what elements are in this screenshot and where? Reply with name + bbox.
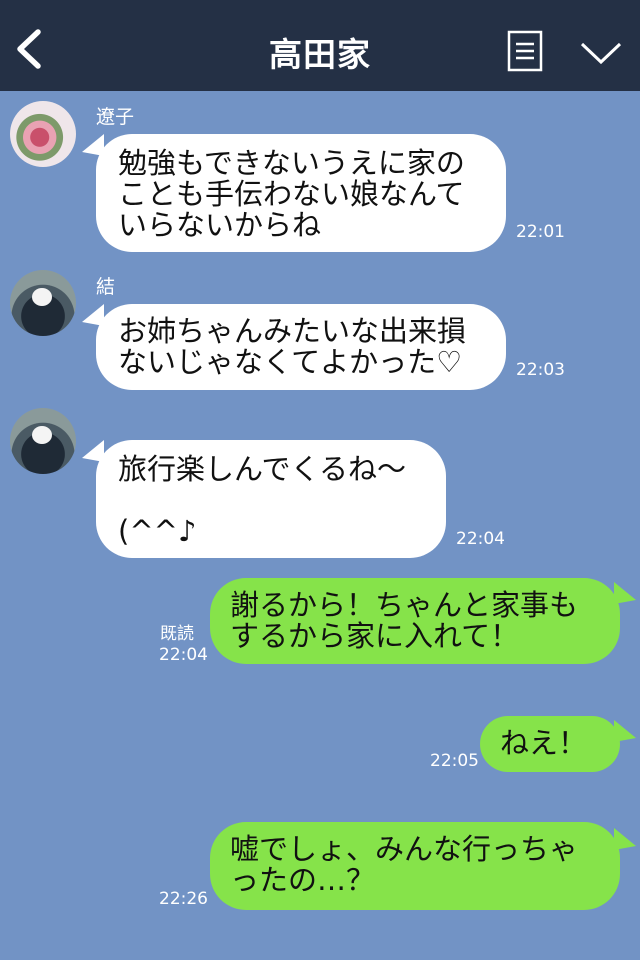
- message-time: 22:05: [430, 751, 479, 771]
- message-bubble[interactable]: お姉ちゃんみたいな出来損 ないじゃなくてよかった♡: [96, 304, 506, 390]
- avatar-yui[interactable]: [10, 270, 76, 336]
- face-sticker: [32, 288, 52, 306]
- message-bubble[interactable]: 勉強もできないうえに家の ことも手伝わない娘なんて いらないからね: [96, 134, 506, 252]
- bubble-tail: [614, 582, 636, 604]
- message-bubble[interactable]: 謝るから！ちゃんと家事も するから家に入れて！: [210, 578, 620, 664]
- sender-name: 遼子: [96, 106, 135, 128]
- message-time: 22:04: [159, 645, 208, 665]
- chat-header: 高田家: [0, 0, 640, 91]
- message-text: お姉ちゃんみたいな出来損 ないじゃなくてよかった♡: [118, 314, 467, 379]
- read-receipt: 既読: [160, 624, 194, 644]
- notes-button[interactable]: [507, 30, 543, 72]
- message-text: ねえ！: [500, 726, 588, 760]
- bubble-tail: [614, 828, 636, 850]
- message-text: 謝るから！ちゃんと家事も するから家に入れて！: [230, 588, 579, 653]
- avatar-yui[interactable]: [10, 408, 76, 474]
- message-text: 嘘でしょ、みんな行っちゃ ったの…？: [230, 832, 579, 897]
- message-time: 22:26: [159, 889, 208, 909]
- bubble-tail: [614, 720, 636, 742]
- face-sticker: [32, 426, 52, 444]
- message-bubble[interactable]: ねえ！: [480, 716, 620, 772]
- sender-name: 結: [96, 276, 116, 298]
- message-time: 22:04: [456, 529, 505, 549]
- message-time: 22:03: [516, 360, 565, 380]
- message-bubble[interactable]: 旅行楽しんでくるね〜 (^^♪: [96, 440, 446, 558]
- notes-icon: [507, 30, 543, 72]
- chat-title: 高田家: [269, 35, 371, 74]
- chevron-down-icon: [580, 42, 622, 65]
- message-time: 22:01: [516, 222, 565, 242]
- menu-dropdown-button[interactable]: [578, 38, 624, 68]
- avatar-ryoko[interactable]: [10, 101, 76, 167]
- message-bubble[interactable]: 嘘でしょ、みんな行っちゃ ったの…？: [210, 822, 620, 910]
- message-text: 勉強もできないうえに家の ことも手伝わない娘なんて いらないからね: [118, 146, 465, 242]
- message-text: 旅行楽しんでくるね〜 (^^♪: [118, 452, 406, 548]
